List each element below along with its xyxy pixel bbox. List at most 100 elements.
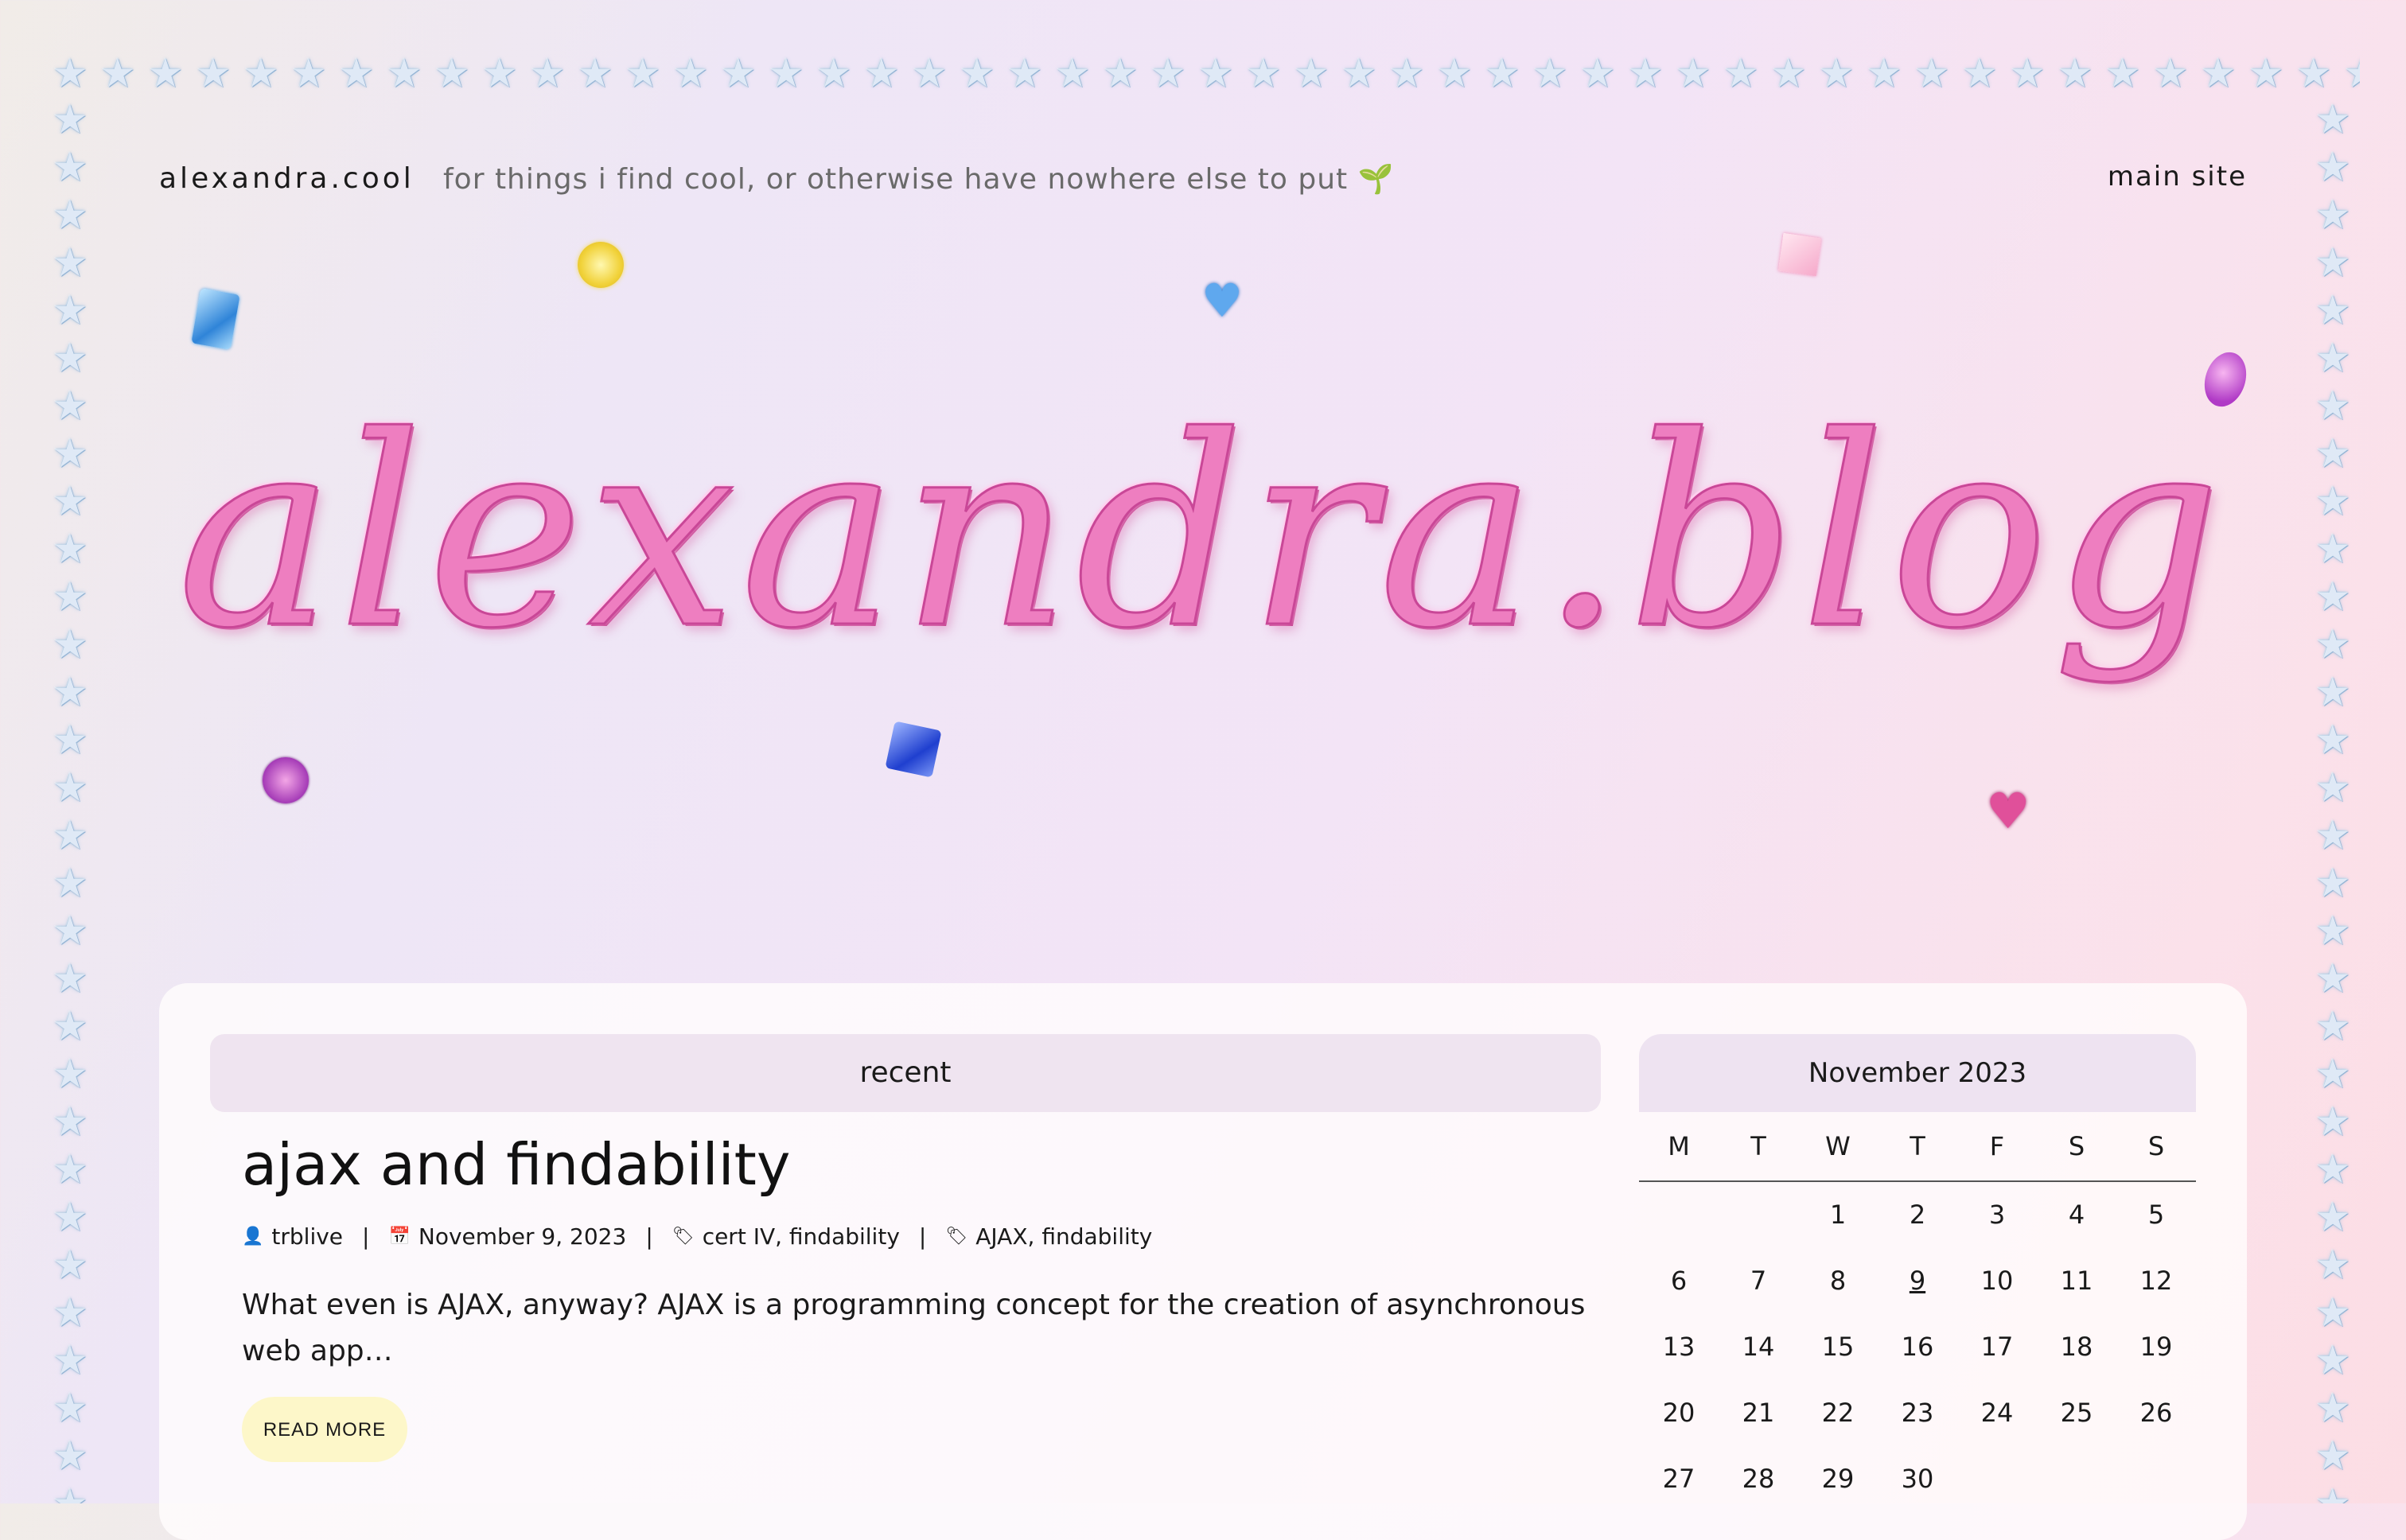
calendar-day: 5 <box>2147 1200 2165 1230</box>
post-categories[interactable]: 🏷 cert IV, findability <box>672 1223 900 1250</box>
post-tags[interactable]: 🏷 AJAX, findability <box>945 1223 1152 1250</box>
meta-separator: | <box>918 1223 927 1250</box>
star-icon: ★ <box>52 287 88 333</box>
site-tagline: for things i find cool, or otherwise hav… <box>443 162 1394 196</box>
star-icon: ★ <box>529 50 566 96</box>
day-header: S <box>2116 1112 2196 1182</box>
star-icon: ★ <box>1006 50 1043 96</box>
star-icon: ★ <box>2315 430 2351 476</box>
calendar-day: 24 <box>1980 1398 2014 1428</box>
star-icon: ★ <box>1914 50 1950 96</box>
star-icon: ★ <box>52 430 88 476</box>
star-icon: ★ <box>52 239 88 286</box>
star-icon: ★ <box>2315 1337 2351 1383</box>
calendar-day: 4 <box>2068 1200 2085 1230</box>
tags-icon: 🏷 <box>672 1227 695 1246</box>
calendar-day: 29 <box>1821 1464 1855 1494</box>
meta-separator: | <box>362 1223 370 1250</box>
calendar-day <box>2037 1446 2116 1512</box>
day-header: T <box>1719 1112 1798 1182</box>
star-icon: ★ <box>52 1289 88 1336</box>
calendar-day: 13 <box>1662 1332 1695 1362</box>
star-icon: ★ <box>2315 239 2351 286</box>
star-icon: ★ <box>2315 621 2351 667</box>
calendar-day-link[interactable]: 9 <box>1878 1248 1957 1314</box>
sprout-icon: 🌱 <box>1357 163 1395 196</box>
star-icon: ★ <box>2315 669 2351 715</box>
star-icon: ★ <box>2315 526 2351 572</box>
star-icon: ★ <box>52 96 88 142</box>
star-icon: ★ <box>2315 383 2351 429</box>
calendar-day <box>2116 1446 2196 1512</box>
star-icon: ★ <box>52 908 88 954</box>
star-icon: ★ <box>959 50 995 96</box>
calendar-day: 26 <box>2139 1398 2173 1428</box>
calendar-day: 22 <box>1821 1398 1855 1428</box>
calendar-day: 2 <box>1909 1200 1926 1230</box>
star-icon: ★ <box>52 1099 88 1145</box>
star-border-left: ★ ★ ★ ★ ★ ★ ★ ★ ★ ★ ★ ★ ★ ★ ★ ★ ★ ★ ★ ★ ★ ★ ★ ★ ★ ★ ★ ★ ★ ★ <box>46 95 94 1503</box>
star-icon: ★ <box>1866 50 1902 96</box>
star-icon: ★ <box>434 50 470 96</box>
star-icon: ★ <box>2295 50 2332 96</box>
hero-title: alexandra.blog <box>176 379 2226 687</box>
calendar-day: 10 <box>1980 1266 2014 1296</box>
star-icon: ★ <box>52 478 88 524</box>
user-icon: 👤 <box>242 1227 264 1246</box>
star-icon: ★ <box>52 1146 88 1192</box>
blue-heart-gem-icon: ♥ <box>1201 274 1243 328</box>
star-icon: ★ <box>2315 144 2351 190</box>
post-meta: 👤 trblive | 📅 November 9, 2023 | 🏷 cert … <box>242 1223 1152 1250</box>
star-icon: ★ <box>2315 1242 2351 1288</box>
star-icon: ★ <box>2315 908 2351 954</box>
calendar-day: 23 <box>1901 1398 1934 1428</box>
star-icon: ★ <box>52 383 88 429</box>
star-icon: ★ <box>1102 50 1139 96</box>
star-icon: ★ <box>1532 50 1568 96</box>
author-name: trblive <box>271 1223 344 1250</box>
main-site-link[interactable]: main site <box>2108 161 2247 192</box>
star-icon: ★ <box>52 621 88 667</box>
site-name-link[interactable]: alexandra.cool <box>159 162 415 195</box>
star-border-top: ★ ★ ★ ★ ★ ★ ★ ★ ★ ★ ★ ★ ★ ★ ★ ★ ★ ★ ★ ★ ★ ★ ★ ★ ★ ★ ★ ★ ★ ★ ★ ★ ★ ★ ★ ★ ★ ★ ★ ★… <box>46 49 2360 97</box>
star-icon: ★ <box>52 1003 88 1049</box>
star-icon: ★ <box>52 1480 88 1503</box>
pink-heart-gem-icon: ♥ <box>1986 782 2030 840</box>
day-header: S <box>2037 1112 2116 1182</box>
star-icon: ★ <box>2315 812 2351 858</box>
star-icon: ★ <box>481 50 518 96</box>
star-icon: ★ <box>2315 478 2351 524</box>
star-icon: ★ <box>338 50 375 96</box>
post-title-link[interactable]: ajax and findability <box>242 1125 790 1204</box>
star-icon: ★ <box>2315 860 2351 906</box>
star-icon: ★ <box>911 50 948 96</box>
calendar-month: November 2023 <box>1639 1034 2196 1112</box>
post-author[interactable]: 👤 trblive <box>242 1223 343 1250</box>
star-icon: ★ <box>2315 1051 2351 1097</box>
post-date[interactable]: 📅 November 9, 2023 <box>388 1223 626 1250</box>
star-icon: ★ <box>243 50 279 96</box>
calendar-day: 12 <box>2139 1266 2173 1296</box>
tags-icon: 🏷 <box>945 1227 968 1246</box>
star-icon: ★ <box>2315 1385 2351 1431</box>
star-icon: ★ <box>52 1194 88 1240</box>
star-icon: ★ <box>2315 1099 2351 1145</box>
star-icon: ★ <box>2057 50 2093 96</box>
star-icon: ★ <box>1245 50 1282 96</box>
calendar-day: 15 <box>1821 1332 1855 1362</box>
content-panel: recent ajax and findability 👤 trblive | … <box>159 983 2247 1540</box>
day-header: F <box>1957 1112 2037 1182</box>
calendar-day: 7 <box>1750 1266 1767 1296</box>
star-icon: ★ <box>2315 574 2351 620</box>
star-border-right: ★ ★ ★ ★ ★ ★ ★ ★ ★ ★ ★ ★ ★ ★ ★ ★ ★ ★ ★ ★ ★ ★ ★ ★ ★ ★ ★ ★ ★ ★ <box>2309 95 2357 1503</box>
calendar-day: 6 <box>1670 1266 1688 1296</box>
calendar-day: 14 <box>1742 1332 1775 1362</box>
star-icon: ★ <box>1770 50 1807 96</box>
star-icon: ★ <box>577 50 613 96</box>
calendar-grid: M T W T F S S 1 2 3 4 5 6 7 8 9 10 11 12… <box>1639 1112 2196 1512</box>
calendar-day <box>1957 1446 2037 1512</box>
read-more-button[interactable]: READ MORE <box>242 1397 407 1462</box>
recent-heading: recent <box>210 1034 1601 1112</box>
star-icon: ★ <box>1484 50 1520 96</box>
star-icon: ★ <box>2315 955 2351 1001</box>
